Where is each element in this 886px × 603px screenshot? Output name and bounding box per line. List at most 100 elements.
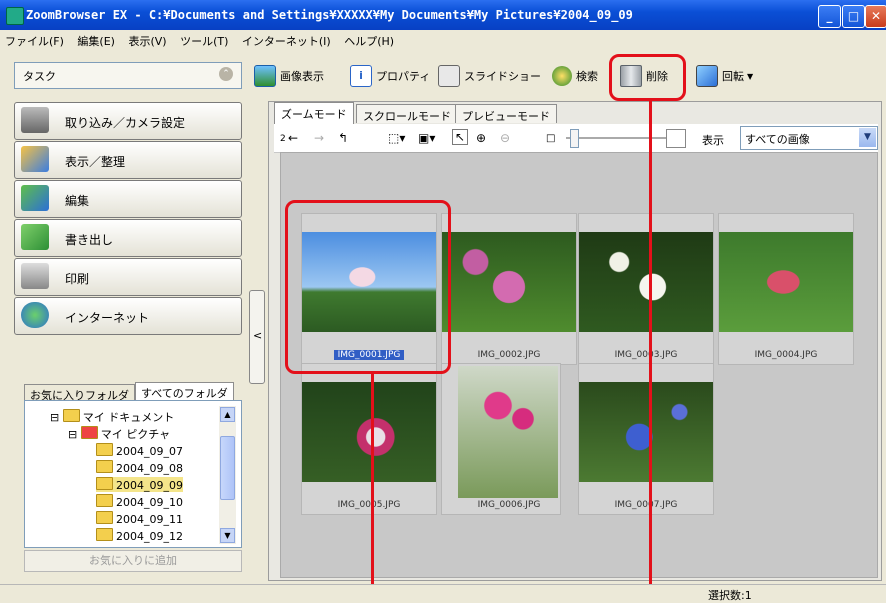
minimize-button[interactable]: _ <box>818 5 841 28</box>
add-to-favorites-button[interactable]: お気に入りに追加 <box>24 550 242 572</box>
folder-icon <box>62 409 80 422</box>
thumbnail-image <box>442 232 576 332</box>
menu-help[interactable]: ヘルプ(H) <box>339 30 399 49</box>
scrollbar-thumb[interactable] <box>220 436 235 500</box>
thumbnail-item[interactable]: IMG_0007.JPG <box>578 363 714 515</box>
tree-item-folder[interactable]: 2004_09_07 <box>96 443 183 458</box>
task-print[interactable]: 印刷 <box>14 258 242 296</box>
task-label: 書き出し <box>65 233 114 247</box>
rotate-button[interactable]: 回転 ▼ <box>696 64 753 88</box>
app-window: ZoomBrowser EX - C:¥Documents and Settin… <box>0 0 886 603</box>
zoom-out-icon[interactable]: ⊖ <box>500 131 510 145</box>
view-image-button[interactable]: 画像表示 <box>254 64 324 88</box>
zoom-slider-thumb[interactable] <box>570 129 579 148</box>
thumbnail-item[interactable]: IMG_0006.JPG <box>441 363 561 515</box>
tree-label: 2004_09_08 <box>116 462 183 475</box>
tree-label: 2004_09_10 <box>116 496 183 509</box>
menu-view[interactable]: 表示(V) <box>123 30 171 49</box>
thumbnail-image <box>579 382 713 482</box>
menu-internet[interactable]: インターネット(I) <box>237 30 336 49</box>
task-view-organize[interactable]: 表示／整理 <box>14 141 242 179</box>
tree-label: マイ ピクチャ <box>100 428 171 441</box>
expand-toggle-icon[interactable]: ⊟ <box>50 411 59 424</box>
task-panel-header[interactable]: タスク ⌃ <box>14 62 242 89</box>
expand-toggle-icon[interactable]: ⊟ <box>68 428 77 441</box>
tree-item-folder[interactable]: 2004_09_11 <box>96 511 183 526</box>
tree-item-my-documents[interactable]: ⊟ マイ ドキュメント <box>50 409 174 425</box>
tree-item-folder[interactable]: 2004_09_10 <box>96 494 183 509</box>
main-toolbar: 画像表示 i プロパティ スライドショー 検索 削除 回転 ▼ <box>248 62 808 90</box>
guide-line <box>371 374 374 602</box>
thumbnail-caption: IMG_0002.JPG <box>477 350 541 360</box>
menu-bar: ファイル(F) 編集(E) 表示(V) ツール(T) インターネット(I) ヘル… <box>0 30 886 50</box>
info-icon: i <box>350 65 372 87</box>
close-button[interactable]: ✕ <box>865 5 886 28</box>
chevron-left-icon: < <box>253 329 263 342</box>
task-label: インターネット <box>65 311 150 325</box>
folder-view-icon <box>21 146 49 172</box>
pointer-icon[interactable]: ↖ <box>452 129 469 145</box>
tab-favorite-folders[interactable]: お気に入りフォルダ <box>24 384 135 402</box>
folder-heart-icon <box>80 426 98 439</box>
task-export[interactable]: 書き出し <box>14 219 242 257</box>
tree-item-folder-selected[interactable]: 2004_09_09 <box>96 477 183 492</box>
thumbnail-image <box>302 382 436 482</box>
tree-label: 2004_09_12 <box>116 530 183 543</box>
thumbnail-caption: IMG_0003.JPG <box>614 350 678 360</box>
menu-tools[interactable]: ツール(T) <box>175 30 233 49</box>
maximize-button[interactable]: □ <box>842 5 865 28</box>
panel-collapse-handle[interactable]: < <box>249 290 265 384</box>
edit-picture-icon <box>21 185 49 211</box>
thumbnail-caption: IMG_0005.JPG <box>337 500 401 510</box>
thumbnail-image <box>579 232 713 332</box>
tree-item-folder[interactable]: 2004_09_12 <box>96 528 183 543</box>
thumbnail-image <box>719 232 853 332</box>
tab-zoom-mode[interactable]: ズームモード <box>274 102 354 124</box>
rotate-label: 回転 <box>722 70 744 83</box>
properties-button[interactable]: i プロパティ <box>350 64 430 88</box>
thumbnail-item[interactable]: IMG_0003.JPG <box>578 213 714 365</box>
display-filter-select[interactable]: すべての画像 ▼ <box>740 126 878 150</box>
tab-scroll-mode[interactable]: スクロールモード <box>356 104 458 123</box>
select-tool-icon[interactable]: ⬚▾ <box>388 131 405 145</box>
folder-icon <box>96 460 113 473</box>
app-icon <box>6 7 24 25</box>
forward-arrow-icon[interactable]: → <box>314 131 324 145</box>
dropdown-arrow-icon[interactable]: ▼ <box>747 72 753 81</box>
chevron-down-icon[interactable]: ▼ <box>859 128 876 147</box>
tree-scrollbar[interactable]: ▲ ▼ <box>219 406 236 544</box>
back-arrow-icon[interactable]: ← <box>288 131 298 145</box>
thumbnail-item[interactable]: IMG_0002.JPG <box>441 213 577 365</box>
search-button[interactable]: 検索 <box>552 64 598 88</box>
task-import-camera[interactable]: 取り込み／カメラ設定 <box>14 102 242 140</box>
display-mode-icon[interactable]: ▣▾ <box>418 131 435 145</box>
menu-file[interactable]: ファイル(F) <box>0 30 69 49</box>
folder-icon <box>96 443 113 456</box>
level-indicator: 2 <box>280 134 286 144</box>
tree-item-my-pictures[interactable]: ⊟ マイ ピクチャ <box>68 426 170 442</box>
small-thumbnail-icon[interactable]: □ <box>546 133 555 144</box>
task-edit[interactable]: 編集 <box>14 180 242 218</box>
scroll-down-icon[interactable]: ▼ <box>220 528 235 543</box>
tab-preview-mode[interactable]: プレビューモード <box>455 104 557 123</box>
scroll-up-icon[interactable]: ▲ <box>220 407 235 422</box>
task-header-label: タスク <box>23 70 56 83</box>
tab-all-folders[interactable]: すべてのフォルダ <box>135 382 234 401</box>
guide-line <box>649 101 652 602</box>
view-image-label: 画像表示 <box>280 70 324 83</box>
landscape-icon <box>254 65 276 87</box>
tree-item-folder[interactable]: 2004_09_08 <box>96 460 183 475</box>
large-thumbnail-icon[interactable] <box>666 129 686 148</box>
status-bar: 選択数:1 <box>0 584 886 603</box>
slideshow-button[interactable]: スライドショー <box>438 64 541 88</box>
thumbnail-item[interactable]: IMG_0004.JPG <box>718 213 854 365</box>
zoom-in-icon[interactable]: ⊕ <box>476 131 486 145</box>
window-title: ZoomBrowser EX - C:¥Documents and Settin… <box>26 8 633 22</box>
task-internet[interactable]: インターネット <box>14 297 242 335</box>
thumbnail-item[interactable]: IMG_0005.JPG <box>301 363 437 515</box>
collapse-chevron-icon[interactable]: ⌃ <box>219 67 233 81</box>
search-label: 検索 <box>576 70 598 83</box>
search-icon <box>552 66 572 86</box>
up-arrow-icon[interactable]: ↰ <box>338 131 348 145</box>
menu-edit[interactable]: 編集(E) <box>72 30 120 49</box>
